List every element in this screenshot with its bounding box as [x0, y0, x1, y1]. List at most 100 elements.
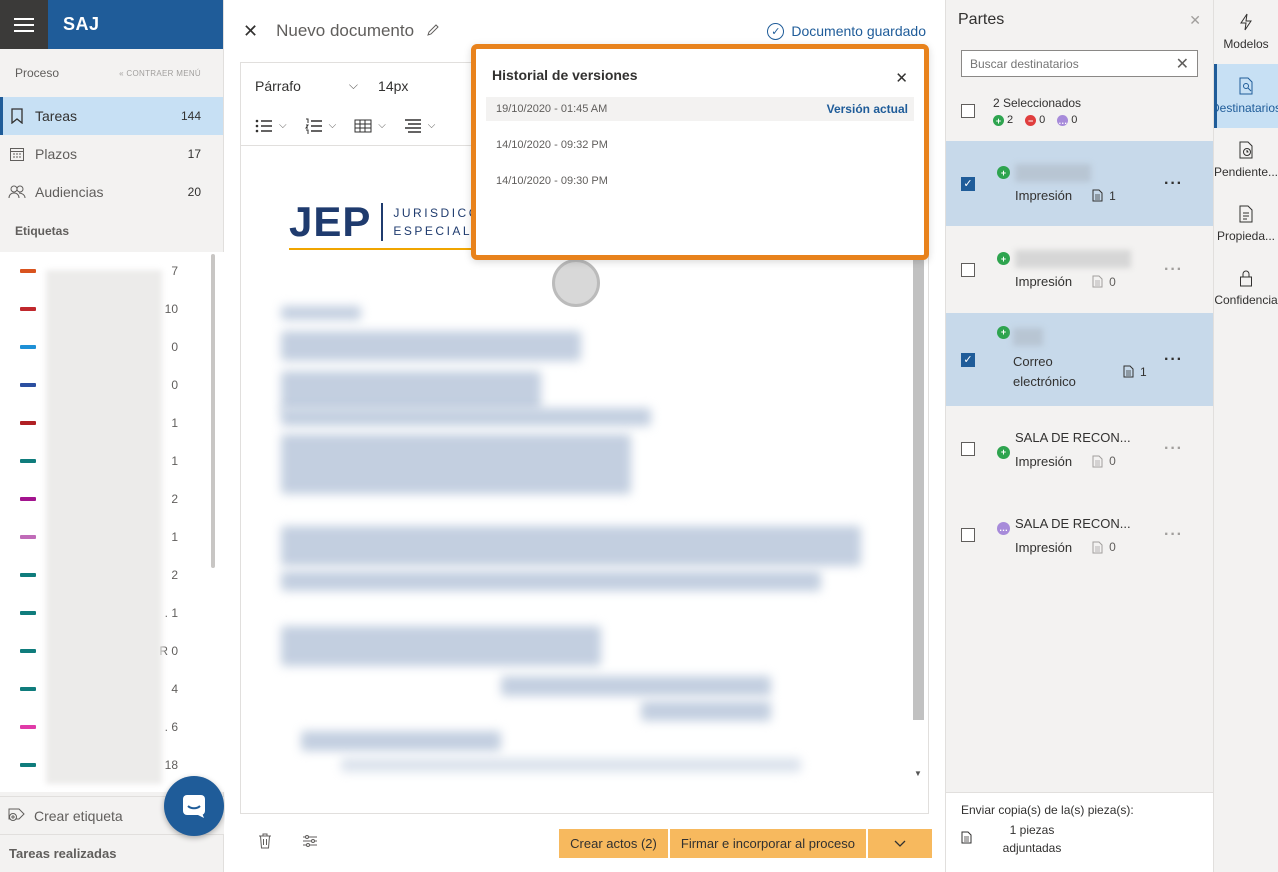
tag-color-swatch — [20, 535, 36, 539]
more-actions-button[interactable] — [868, 828, 932, 858]
tag-count: 1 — [171, 416, 178, 430]
select-all-checkbox[interactable] — [961, 104, 975, 118]
status-count-green: +2 — [993, 114, 1013, 127]
party-checkbox[interactable] — [961, 262, 975, 277]
add-tag-icon — [8, 806, 26, 825]
more-options-icon[interactable]: ··· — [1164, 351, 1183, 369]
party-item[interactable]: ✓ + Impresión 1 ··· — [946, 141, 1213, 226]
recipient-search-box: ✕ — [961, 50, 1198, 77]
version-row[interactable]: 14/10/2020 - 09:32 PM — [486, 133, 914, 157]
tag-color-swatch — [20, 611, 36, 615]
party-type: Impresión — [1015, 453, 1073, 469]
tag-count: 0 — [171, 378, 178, 392]
sidebar-item-audiencias[interactable]: Audiencias 20 — [0, 173, 223, 211]
rail-item-properties[interactable]: Propieda... — [1214, 192, 1278, 256]
close-icon[interactable]: ✕ — [1189, 12, 1201, 29]
party-type: Impresión — [1015, 539, 1073, 555]
paragraph-style-select[interactable]: Párrafo ⌵ — [255, 78, 358, 94]
document-count: 0 — [1092, 275, 1116, 289]
party-checkbox[interactable] — [961, 528, 975, 542]
numbered-list-button[interactable]: ⌵ — [304, 118, 337, 134]
left-sidebar: SAJ Proceso « CONTRAER MENÚ Tareas 144 P… — [0, 0, 224, 872]
rail-item-pending[interactable]: Pendiente... — [1214, 128, 1278, 192]
more-options-icon[interactable]: ··· — [1164, 261, 1183, 279]
party-checkbox[interactable]: ✓ — [961, 352, 975, 367]
paragraph-style-value: Párrafo — [255, 77, 301, 94]
font-size-select[interactable]: 14px — [378, 78, 408, 94]
logo-text-line2: ESPECIAL — [393, 224, 473, 238]
properties-icon — [1238, 205, 1254, 223]
sidebar-item-tareas[interactable]: Tareas 144 — [0, 97, 223, 135]
people-icon — [8, 183, 26, 201]
party-type: Correo electrónico — [1013, 353, 1076, 389]
party-checkbox[interactable] — [961, 442, 975, 456]
tag-color-swatch — [20, 687, 36, 691]
pending-icon — [1238, 141, 1254, 159]
party-item[interactable]: … SALA DE RECON... Impresión 0 ··· — [946, 492, 1213, 578]
edit-title-icon[interactable] — [426, 23, 440, 40]
tag-color-swatch — [20, 421, 36, 425]
calendar-icon — [8, 145, 26, 163]
collapse-menu-button[interactable]: « CONTRAER MENÚ — [119, 69, 201, 78]
right-rail: Modelos Destinatarios Pendiente... Propi… — [1213, 0, 1278, 872]
party-checkbox[interactable]: ✓ — [961, 176, 975, 191]
scroll-down-icon[interactable]: ▼ — [914, 769, 922, 778]
rail-item-confidentiality[interactable]: Confidencia — [1214, 256, 1278, 320]
sidebar-item-label: Tareas — [35, 108, 78, 124]
document-count: 0 — [1092, 454, 1116, 468]
trash-icon[interactable] — [258, 833, 272, 854]
scrollbar-thumb[interactable] — [913, 260, 924, 720]
create-acts-button[interactable]: Crear actos (2) — [559, 828, 668, 858]
document-count: 1 — [1092, 189, 1116, 203]
rail-item-recipients[interactable]: Destinatarios — [1214, 64, 1278, 128]
completed-tasks-link[interactable]: Tareas realizadas — [0, 834, 224, 872]
more-options-icon[interactable]: ··· — [1164, 175, 1183, 193]
close-editor-icon[interactable]: ✕ — [243, 21, 258, 42]
party-item[interactable]: + SALA DE RECON... Impresión 0 ··· — [946, 406, 1213, 492]
selected-count: 2 Seleccionados — [993, 95, 1082, 110]
clear-search-icon[interactable]: ✕ — [1176, 54, 1189, 74]
lock-icon — [1239, 269, 1253, 287]
chevron-down-icon: ⌵ — [328, 120, 337, 131]
version-row[interactable]: 19/10/2020 - 01:45 AM Versión actual — [486, 97, 914, 121]
sidebar-item-count: 17 — [187, 147, 201, 161]
align-button[interactable]: ⌵ — [404, 118, 435, 134]
tag-count: 18 — [164, 758, 178, 772]
tag-count: 1 — [171, 454, 178, 468]
align-icon — [404, 118, 421, 133]
sidebar-item-count: 144 — [180, 109, 201, 123]
document-icon — [1092, 275, 1103, 288]
more-options-icon[interactable]: ··· — [1164, 440, 1183, 458]
more-options-icon[interactable]: ··· — [1164, 526, 1183, 544]
bullet-list-button[interactable]: ⌵ — [255, 118, 287, 134]
sign-and-incorporate-button[interactable]: Firmar e incorporar al proceso — [669, 828, 866, 858]
plus-icon: + — [997, 325, 1010, 339]
tags-section-label: Etiquetas — [15, 224, 70, 238]
redacted-text — [301, 731, 501, 751]
tag-count: 2 — [171, 568, 178, 582]
redacted-text — [341, 758, 801, 772]
rail-item-models[interactable]: Modelos — [1214, 0, 1278, 64]
recipient-search-input[interactable] — [970, 56, 1176, 71]
hamburger-menu-icon[interactable] — [0, 0, 48, 49]
current-version-label: Versión actual — [826, 102, 908, 116]
party-item[interactable]: ✓ + Correo electrónico 1 ··· — [946, 313, 1213, 406]
rail-item-label: Destinatarios — [1214, 101, 1278, 115]
redacted-text — [281, 626, 601, 666]
close-icon[interactable]: ✕ — [895, 69, 908, 87]
tag-count: 2 — [171, 492, 178, 506]
chat-support-button[interactable] — [164, 776, 224, 836]
document-icon — [1092, 189, 1103, 202]
tags-scrollbar[interactable] — [211, 254, 215, 568]
send-copies-label: Enviar copia(s) de la(s) pieza(s): — [961, 803, 1134, 817]
table-button[interactable]: ⌵ — [354, 118, 386, 134]
rail-item-label: Modelos — [1223, 37, 1269, 51]
logo-text-line1: JURISDICC — [393, 206, 480, 220]
party-item[interactable]: + Impresión 0 ··· — [946, 226, 1213, 313]
sidebar-item-plazos[interactable]: Plazos 17 — [0, 135, 223, 173]
settings-sliders-icon[interactable] — [302, 834, 318, 853]
tag-count: 4 — [171, 682, 178, 696]
attached-pieces-count: 1 piezas adjuntadas — [1002, 823, 1062, 855]
version-row[interactable]: 14/10/2020 - 09:30 PM — [486, 169, 914, 193]
redacted-text — [281, 371, 541, 411]
